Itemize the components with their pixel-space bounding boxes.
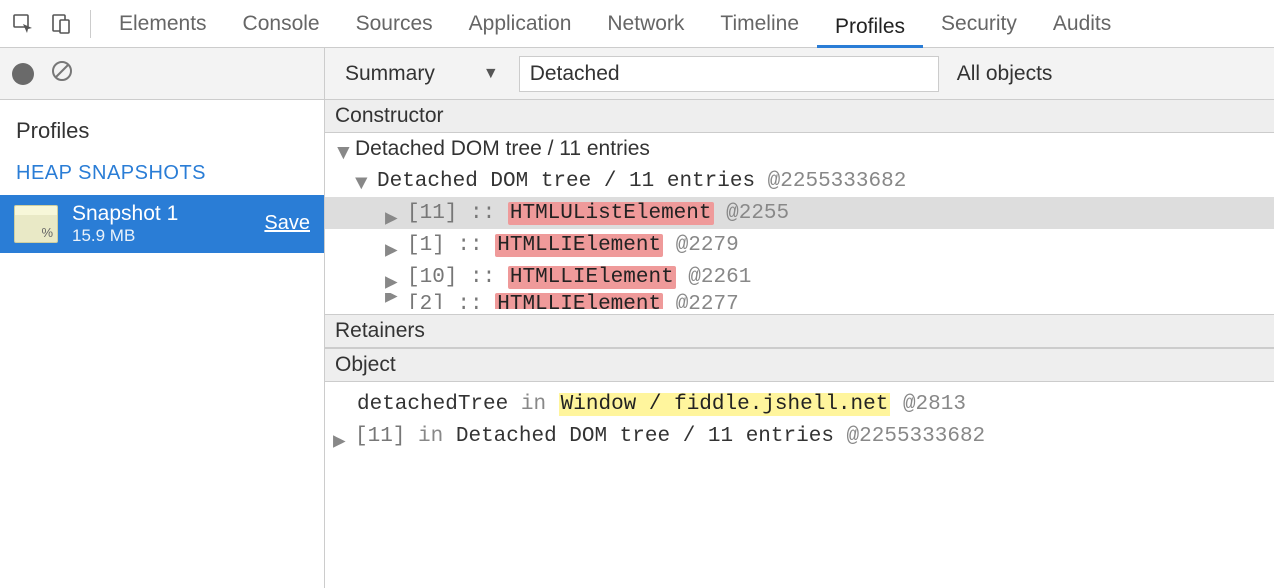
- class-filter-input[interactable]: [519, 56, 939, 92]
- sidebar-toolbar: [0, 48, 324, 100]
- disclosure-right-icon[interactable]: ▶: [385, 205, 401, 221]
- entry-count: [11]: [407, 202, 457, 225]
- tree-root-row[interactable]: ▼ Detached DOM tree / 11 entries: [325, 133, 1274, 165]
- object-id: @2255333682: [847, 425, 986, 448]
- entry-count: [10]: [407, 266, 457, 289]
- retainer-row[interactable]: detachedTree in Window / fiddle.jshell.n…: [333, 388, 1266, 420]
- disclosure-right-icon[interactable]: ▶: [385, 269, 401, 285]
- snapshot-item[interactable]: Snapshot 1 15.9 MB Save: [0, 195, 324, 253]
- view-select-label: Summary: [345, 62, 435, 86]
- entry-type: HTMLLIElement: [495, 234, 663, 257]
- chevron-down-icon: ▼: [483, 65, 499, 83]
- object-id: @2277: [676, 293, 739, 309]
- toolbar-divider: [90, 10, 91, 38]
- disclosure-right-icon[interactable]: ▶: [333, 428, 349, 444]
- scope-label: All objects: [953, 62, 1053, 86]
- tab-security[interactable]: Security: [923, 0, 1035, 48]
- tree-group-row[interactable]: ▼ Detached DOM tree / 11 entries @225533…: [325, 165, 1274, 197]
- entry-type: HTMLLIElement: [495, 293, 663, 309]
- tree-group-label: Detached DOM tree / 11 entries: [377, 170, 755, 193]
- tab-network[interactable]: Network: [589, 0, 702, 48]
- retainer-label: Detached DOM tree / 11 entries: [456, 425, 834, 448]
- entry-type: HTMLLIElement: [508, 266, 676, 289]
- tree-entry-row[interactable]: ▶ [2] :: HTMLLIElement @2277: [325, 293, 1274, 309]
- tab-audits[interactable]: Audits: [1035, 0, 1129, 48]
- snapshot-size: 15.9 MB: [72, 226, 250, 246]
- disclosure-down-icon[interactable]: ▼: [355, 173, 371, 189]
- retainer-window: Window / fiddle.jshell.net: [559, 393, 891, 416]
- disclosure-right-icon[interactable]: ▶: [385, 237, 401, 253]
- tree-root-label: Detached DOM tree / 11 entries: [355, 137, 650, 161]
- tab-console[interactable]: Console: [225, 0, 338, 48]
- tree-entry-row[interactable]: ▶ [1] :: HTMLLIElement @2279: [325, 229, 1274, 261]
- tab-profiles[interactable]: Profiles: [817, 0, 923, 48]
- constructor-tree: ▼ Detached DOM tree / 11 entries ▼ Detac…: [325, 133, 1274, 314]
- content-toolbar: Summary ▼ All objects: [325, 48, 1274, 100]
- constructor-column-header[interactable]: Constructor: [325, 100, 1274, 133]
- tab-elements[interactable]: Elements: [101, 0, 225, 48]
- retainer-row[interactable]: ▶ [11] in Detached DOM tree / 11 entries…: [333, 420, 1266, 452]
- record-icon[interactable]: [12, 63, 34, 85]
- object-id: @2279: [676, 234, 739, 257]
- snapshot-name: Snapshot 1: [72, 201, 250, 226]
- toggle-device-toolbar-icon[interactable]: [42, 5, 80, 43]
- entry-type: HTMLUListElement: [508, 202, 714, 225]
- tree-entry-row[interactable]: ▶ [10] :: HTMLLIElement @2261: [325, 261, 1274, 293]
- entry-count: [1]: [407, 234, 445, 257]
- tab-application[interactable]: Application: [451, 0, 590, 48]
- retainer-count: [11]: [355, 425, 405, 448]
- snapshot-thumbnail-icon: [14, 205, 58, 243]
- sidebar-section-heap-snapshots: HEAP SNAPSHOTS: [0, 156, 324, 195]
- snapshot-save-link[interactable]: Save: [264, 212, 310, 235]
- retainers-header: Retainers: [325, 315, 1274, 348]
- clear-icon[interactable]: [50, 59, 74, 89]
- tab-timeline[interactable]: Timeline: [702, 0, 817, 48]
- tab-sources[interactable]: Sources: [338, 0, 451, 48]
- object-id: @2813: [903, 393, 966, 416]
- retainers-panel: Retainers Object detachedTree in Window …: [325, 314, 1274, 588]
- sidebar-title: Profiles: [0, 100, 324, 156]
- disclosure-down-icon[interactable]: ▼: [333, 141, 349, 157]
- inspect-element-icon[interactable]: [4, 5, 42, 43]
- disclosure-right-icon[interactable]: ▶: [385, 293, 401, 309]
- object-id: @2255: [726, 202, 789, 225]
- profiles-content: Summary ▼ All objects Constructor ▼ Deta…: [325, 48, 1274, 588]
- profiles-sidebar: Profiles HEAP SNAPSHOTS Snapshot 1 15.9 …: [0, 48, 325, 588]
- object-id: @2255333682: [768, 170, 907, 193]
- devtools-top-tabs: Elements Console Sources Application Net…: [0, 0, 1274, 48]
- tree-entry-row[interactable]: ▶ [11] :: HTMLUListElement @2255: [325, 197, 1274, 229]
- retainers-object-header[interactable]: Object: [325, 348, 1274, 382]
- view-select[interactable]: Summary ▼: [339, 62, 505, 86]
- retainer-var: detachedTree: [357, 393, 508, 416]
- object-id: @2261: [688, 266, 751, 289]
- entry-count: [2]: [407, 293, 445, 309]
